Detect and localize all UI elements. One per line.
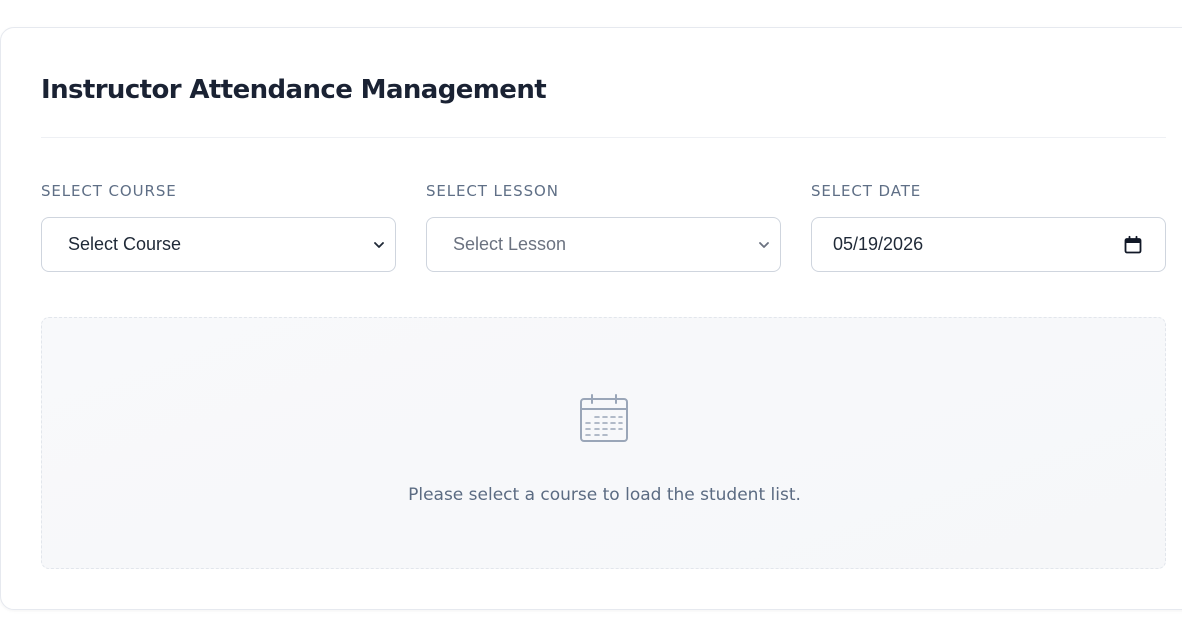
empty-state-panel: Please select a course to load the stude…	[41, 317, 1166, 569]
course-select[interactable]: Select Course	[41, 217, 396, 272]
page-title: Instructor Attendance Management	[41, 75, 547, 105]
lesson-select[interactable]: Select Lesson	[426, 217, 781, 272]
course-select-value: Select Course	[68, 234, 182, 254]
date-input-value: 05/19/2026	[833, 234, 924, 254]
empty-state-message: Please select a course to load the stude…	[408, 485, 801, 505]
calendar-icon	[580, 394, 628, 442]
date-label: SELECT DATE	[811, 182, 922, 200]
title-divider	[41, 137, 1166, 138]
course-label: SELECT COURSE	[41, 182, 177, 200]
chevron-down-icon	[374, 242, 384, 248]
lesson-label: SELECT LESSON	[426, 182, 559, 200]
date-input[interactable]: 05/19/2026	[811, 217, 1166, 272]
calendar-picker-icon[interactable]	[1123, 235, 1143, 255]
lesson-select-value: Select Lesson	[453, 234, 567, 254]
chevron-down-icon	[759, 242, 769, 248]
